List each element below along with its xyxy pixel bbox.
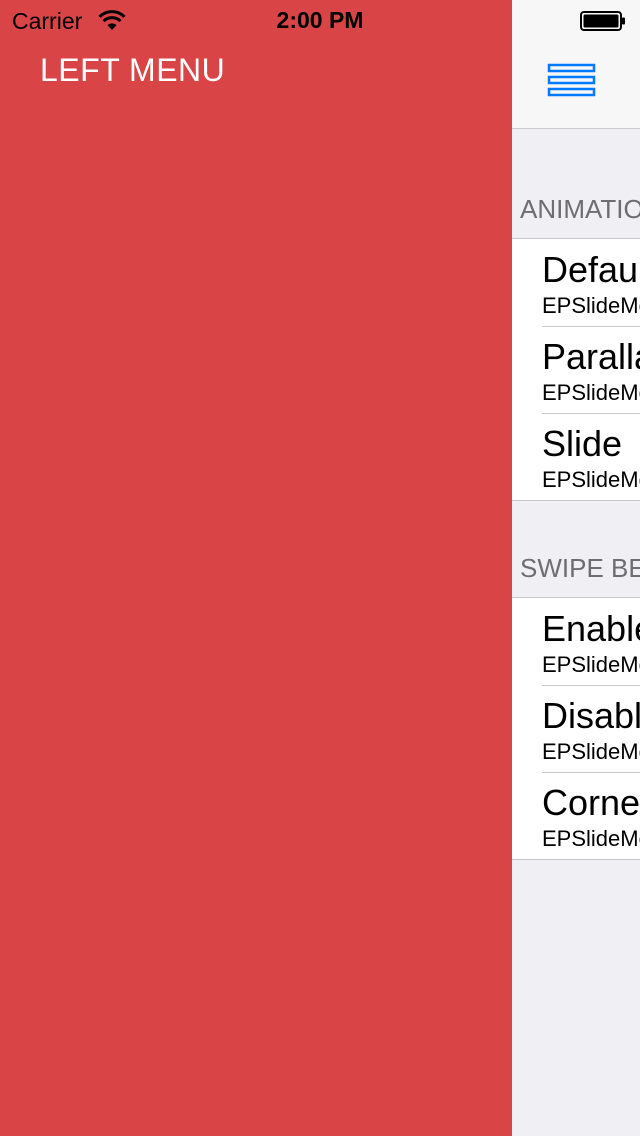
row-title: Slide bbox=[542, 423, 623, 464]
row-subtitle: EPSlideMenuSwipeDisabled bbox=[542, 739, 640, 764]
row-subtitle: EPSlideMenuAnimationDefault bbox=[542, 293, 640, 318]
table-row[interactable]: Enabled EPSlideMenuSwipeEnabled bbox=[512, 598, 640, 685]
swipe-behavior-section: Enabled EPSlideMenuSwipeEnabled Disabled… bbox=[512, 597, 640, 860]
table-row[interactable]: Slide EPSlideMenuAnimationSlide bbox=[512, 413, 640, 500]
table-row[interactable]: Parallax EPSlideMenuAnimationParallax bbox=[512, 326, 640, 413]
row-subtitle: EPSlideMenuSwipeCorner bbox=[542, 826, 640, 851]
table-row[interactable]: Disabled EPSlideMenuSwipeDisabled bbox=[512, 685, 640, 772]
battery-icon bbox=[580, 11, 625, 31]
row-title: Parallax bbox=[542, 336, 640, 377]
section-header-animations: ANIMATIONS bbox=[520, 194, 640, 224]
row-subtitle: EPSlideMenuAnimationParallax bbox=[542, 380, 640, 405]
main-content-panel[interactable]: ANIMATIONS Default EPSlideMenuAnimationD… bbox=[512, 0, 640, 1136]
row-title: Default bbox=[542, 249, 640, 290]
status-bar: Carrier 2:00 PM bbox=[0, 0, 640, 40]
row-subtitle: EPSlideMenuAnimationSlide bbox=[542, 467, 640, 492]
row-title: Disabled bbox=[542, 695, 640, 736]
table-row[interactable]: Corner EPSlideMenuSwipeCorner bbox=[512, 772, 640, 859]
row-subtitle: EPSlideMenuSwipeEnabled bbox=[542, 652, 640, 677]
left-menu-panel: LEFT MENU bbox=[0, 0, 512, 1136]
table-row[interactable]: Default EPSlideMenuAnimationDefault bbox=[512, 239, 640, 326]
animations-section: Default EPSlideMenuAnimationDefault Para… bbox=[512, 238, 640, 501]
hamburger-menu-icon bbox=[547, 63, 596, 97]
menu-toggle-button[interactable] bbox=[542, 56, 598, 104]
row-title: Enabled bbox=[542, 608, 640, 649]
left-menu-title: LEFT MENU bbox=[40, 52, 226, 88]
screen: LEFT MENU ANIMATIONS Default EPSlideMenu… bbox=[0, 0, 640, 1136]
clock-time: 2:00 PM bbox=[276, 7, 364, 33]
row-title: Corner bbox=[542, 782, 640, 823]
section-header-swipe-behavior: SWIPE BEHAVIOR bbox=[520, 553, 640, 583]
